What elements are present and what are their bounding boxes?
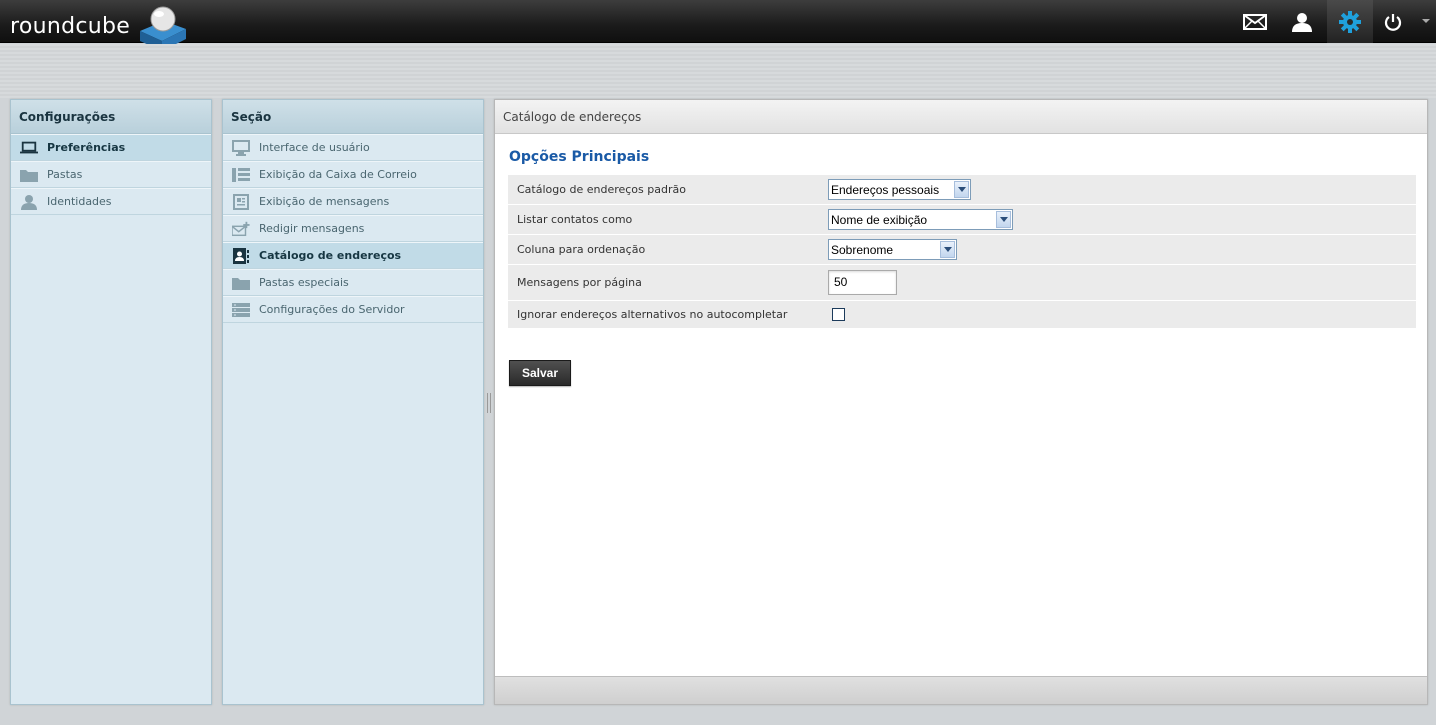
address-book-icon <box>232 247 250 264</box>
row-label: Catálogo de endereços padrão <box>517 183 686 196</box>
laptop-icon <box>20 140 38 156</box>
settings-item-preferences[interactable]: Preferências <box>11 134 211 161</box>
settings-panel-title: Configurações <box>11 100 211 134</box>
sections-panel-title: Seção <box>223 100 483 134</box>
row-label: Mensagens por página <box>517 276 642 289</box>
settings-item-label: Preferências <box>47 141 126 154</box>
sections-panel: Seção Interface de usuário Exibição da C… <box>222 99 484 705</box>
section-item-label: Pastas especiais <box>259 276 349 289</box>
row-ignore-alt-addresses: Ignorar endereços alternativos no autoco… <box>508 301 1416 328</box>
person-icon <box>20 194 38 210</box>
section-item-label: Catálogo de endereços <box>259 249 402 262</box>
section-item-label: Redigir mensagens <box>259 222 365 235</box>
compose-icon <box>232 221 250 237</box>
gear-icon <box>1339 10 1361 33</box>
section-item-mailbox-view[interactable]: Exibição da Caixa de Correio <box>223 161 483 188</box>
sort-column-select[interactable]: Sobrenome <box>828 239 957 260</box>
section-item-message-view[interactable]: Exibição de mensagens <box>223 188 483 215</box>
top-bar: roundcube <box>0 0 1436 51</box>
list-layout-icon <box>232 167 250 183</box>
list-contacts-as-select[interactable]: Nome de exibição <box>828 209 1013 230</box>
chevron-down-icon <box>940 241 955 258</box>
row-sort-column: Coluna para ordenação Sobrenome <box>508 235 1416 264</box>
row-messages-per-page: Mensagens por página 50 <box>508 265 1416 300</box>
nav-menu-button[interactable] <box>1416 0 1436 43</box>
settings-item-identities[interactable]: Identidades <box>11 188 211 215</box>
section-item-compose[interactable]: Redigir mensagens <box>223 215 483 242</box>
section-item-label: Interface de usuário <box>259 141 370 154</box>
header-stripe <box>0 44 1436 98</box>
nav-logout-button[interactable] <box>1371 0 1415 43</box>
nav-settings-button[interactable] <box>1327 0 1373 43</box>
section-item-label: Exibição de mensagens <box>259 195 390 208</box>
chevron-down-icon <box>996 211 1011 228</box>
settings-item-label: Identidades <box>47 195 112 208</box>
folder-icon <box>232 275 250 291</box>
caret-down-icon <box>1422 18 1430 23</box>
row-label: Coluna para ordenação <box>517 243 646 256</box>
logo-wordmark: roundcube <box>10 14 131 39</box>
person-icon <box>1292 12 1312 32</box>
preferences-frame: Catálogo de endereços Opções Principais … <box>494 99 1428 705</box>
select-value: Sobrenome <box>831 242 894 257</box>
select-value: Nome de exibição <box>831 212 928 227</box>
select-value: Endereços pessoais <box>831 182 940 197</box>
panel-splitter[interactable] <box>487 393 491 413</box>
section-item-label: Configurações do Servidor <box>259 303 405 316</box>
messages-per-page-input[interactable]: 50 <box>828 270 897 295</box>
section-item-special-folders[interactable]: Pastas especiais <box>223 269 483 296</box>
chevron-down-icon <box>954 181 969 198</box>
ignore-alt-addresses-checkbox[interactable] <box>832 308 845 321</box>
power-icon <box>1384 13 1402 31</box>
section-item-address-book[interactable]: Catálogo de endereços <box>223 242 483 269</box>
row-default-addressbook: Catálogo de endereços padrão Endereços p… <box>508 175 1416 204</box>
message-view-icon <box>232 193 250 210</box>
settings-item-folders[interactable]: Pastas <box>11 161 211 188</box>
row-list-contacts-as: Listar contatos como Nome de exibição <box>508 205 1416 234</box>
content-footer <box>495 676 1427 704</box>
envelope-icon <box>1243 13 1267 30</box>
settings-item-label: Pastas <box>47 168 83 181</box>
row-label: Ignorar endereços alternativos no autoco… <box>517 308 788 321</box>
section-item-user-interface[interactable]: Interface de usuário <box>223 134 483 161</box>
default-addressbook-select[interactable]: Endereços pessoais <box>828 179 971 200</box>
nav-contacts-button[interactable] <box>1279 0 1325 43</box>
save-button[interactable]: Salvar <box>509 360 571 386</box>
preferences-title: Catálogo de endereços <box>495 100 1427 134</box>
section-item-label: Exibição da Caixa de Correio <box>259 168 417 181</box>
folder-icon <box>20 167 38 183</box>
settings-tabs-panel: Configurações Preferências Pastas Identi… <box>10 99 212 705</box>
fieldset-legend: Opções Principais <box>509 149 650 165</box>
section-item-server-settings[interactable]: Configurações do Servidor <box>223 296 483 323</box>
nav-mail-button[interactable] <box>1232 0 1278 43</box>
row-label: Listar contatos como <box>517 213 633 226</box>
server-icon <box>232 302 250 318</box>
monitor-icon <box>232 139 250 156</box>
